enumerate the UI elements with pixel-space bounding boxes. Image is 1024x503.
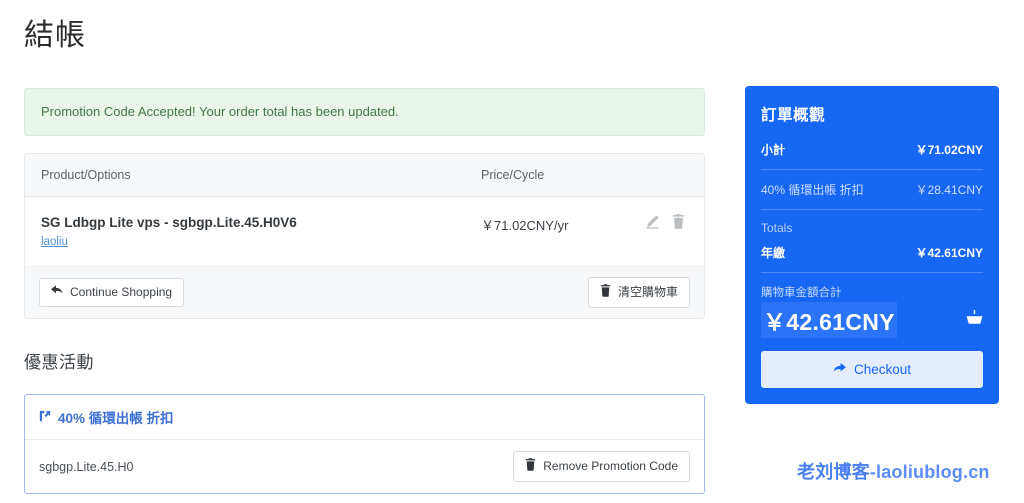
summary-recurring-row: 年繳 ￥42.61CNY <box>761 244 983 272</box>
product-cell: SG Ldbgp Lite vps - sgbgp.Lite.45.H0V6 l… <box>41 214 481 250</box>
site-watermark: 老刘博客-laoliublog.cn <box>797 458 990 484</box>
trash-icon <box>600 284 611 301</box>
cart-footer: Continue Shopping 清空購物車 <box>25 267 704 318</box>
checkout-label: Checkout <box>853 362 912 377</box>
promotions-section-title: 優惠活動 <box>24 353 94 372</box>
row-action-group <box>645 214 687 230</box>
summary-subtotal-value: ￥71.02CNY <box>915 143 983 157</box>
cart-column: Promotion Code Accepted! Your order tota… <box>24 88 705 494</box>
page-title: 結帳 <box>24 19 86 52</box>
arrow-left-icon <box>51 285 63 300</box>
arrow-right-icon <box>833 362 846 377</box>
summary-subtotal-row: 小計 ￥71.02CNY <box>761 141 983 169</box>
remove-promotion-label: Remove Promotion Code <box>543 459 678 473</box>
grand-total-label: 購物車金額合計 <box>761 287 842 299</box>
column-header-price: Price/Cycle <box>481 168 545 182</box>
tag-icon <box>39 410 51 425</box>
promotion-title: 40% 循環出帳 折扣 <box>58 411 174 426</box>
summary-divider <box>761 272 983 273</box>
summary-recurring-label: 年繳 <box>761 246 786 260</box>
alert-message: Promotion Code Accepted! Your order tota… <box>41 104 399 119</box>
continue-shopping-label: Continue Shopping <box>70 285 173 299</box>
continue-shopping-button[interactable]: Continue Shopping <box>39 278 185 307</box>
summary-totals-label: Totals <box>761 221 793 235</box>
grand-total-row: ￥42.61CNY <box>761 302 983 338</box>
summary-discount-label: 40% 循環出帳 折扣 <box>761 183 864 197</box>
promotion-code: sgbgp.Lite.45.H0 <box>39 459 134 474</box>
order-summary-title: 訂單概觀 <box>761 107 826 124</box>
checkout-button[interactable]: Checkout <box>761 351 983 388</box>
shopping-cart-icon <box>966 309 983 331</box>
summary-divider <box>761 169 983 170</box>
cart-card: Product/Options Price/Cycle SG Ldbgp Lit… <box>24 153 705 319</box>
empty-cart-label: 清空購物車 <box>617 285 678 299</box>
product-name: SG Ldbgp Lite vps - sgbgp.Lite.45.H0V6 <box>41 215 297 230</box>
checkout-page: 結帳 Promotion Code Accepted! Your order t… <box>0 0 1024 503</box>
promotion-card: 40% 循環出帳 折扣 sgbgp.Lite.45.H0 Remove Prom… <box>24 394 705 494</box>
summary-divider <box>761 209 983 210</box>
table-row: SG Ldbgp Lite vps - sgbgp.Lite.45.H0V6 l… <box>25 197 704 267</box>
promotion-accepted-alert: Promotion Code Accepted! Your order tota… <box>24 88 705 136</box>
order-summary-panel: 訂單概觀 小計 ￥71.02CNY 40% 循環出帳 折扣 ￥28.41CNY … <box>745 86 999 404</box>
promotion-header: 40% 循環出帳 折扣 <box>25 395 704 440</box>
product-hostname-link[interactable]: laoliu <box>41 236 68 248</box>
pencil-icon[interactable] <box>645 214 660 230</box>
summary-discount-value: ￥28.41CNY <box>915 183 983 197</box>
trash-icon <box>525 458 536 475</box>
promotion-body: sgbgp.Lite.45.H0 Remove Promotion Code <box>25 440 704 493</box>
cart-table-header: Product/Options Price/Cycle <box>25 154 704 197</box>
remove-promotion-code-button[interactable]: Remove Promotion Code <box>513 451 690 482</box>
grand-total-value: ￥42.61CNY <box>761 302 897 338</box>
summary-subtotal-label: 小計 <box>761 143 786 157</box>
trash-icon[interactable] <box>672 214 687 230</box>
summary-recurring-value: ￥42.61CNY <box>915 246 983 260</box>
summary-discount-row: 40% 循環出帳 折扣 ￥28.41CNY <box>761 181 983 209</box>
watermark-cn: 老刘博客 <box>797 462 870 482</box>
watermark-domain: -laoliublog.cn <box>869 462 990 482</box>
empty-cart-button[interactable]: 清空購物車 <box>587 277 690 308</box>
column-header-product: Product/Options <box>41 168 131 182</box>
